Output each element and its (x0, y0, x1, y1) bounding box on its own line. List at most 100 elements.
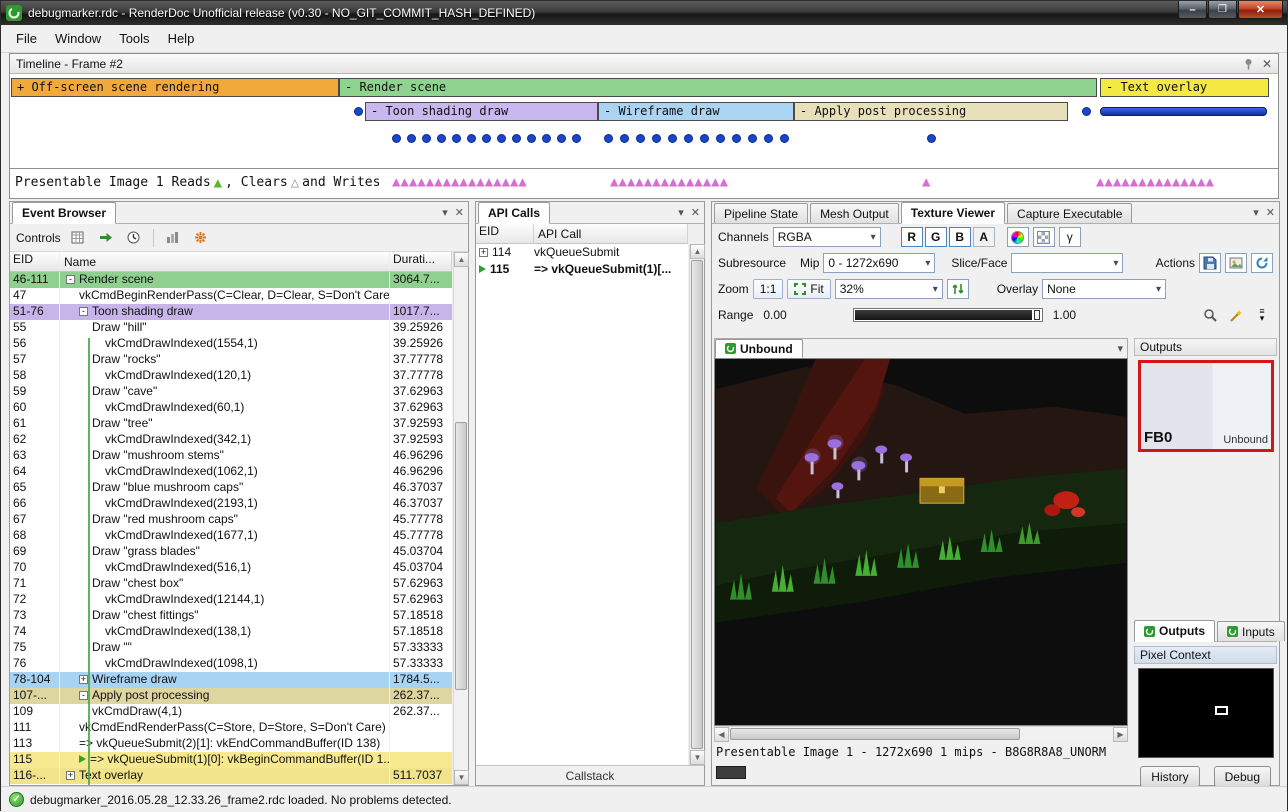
table-row[interactable]: 61Draw "tree"37.92593 (10, 416, 452, 432)
tab-capture-executable[interactable]: Capture Executable (1007, 203, 1132, 223)
timeline-bar-offscreen[interactable]: + Off-screen scene rendering (11, 78, 339, 97)
timeline-marker-dot[interactable] (422, 134, 431, 143)
timeline-marker-dot[interactable] (407, 134, 416, 143)
stats-button[interactable] (162, 227, 184, 249)
table-row[interactable]: 59Draw "cave"37.62963 (10, 384, 452, 400)
table-row[interactable]: 76vkCmdDrawIndexed(1098,1)57.33333 (10, 656, 452, 672)
timeline-marker-dot[interactable] (467, 134, 476, 143)
tree-expander-icon[interactable]: - (79, 307, 88, 316)
timeline-marker-dot[interactable] (512, 134, 521, 143)
tree-expander-icon[interactable]: - (79, 691, 88, 700)
table-row[interactable]: 71Draw "chest box"57.62963 (10, 576, 452, 592)
fit-button[interactable]: Fit (787, 279, 830, 299)
flush-marker-group[interactable]: ▲▲▲▲▲▲▲▲▲▲▲▲▲▲ (610, 173, 728, 191)
timeline-bar-render-scene[interactable]: - Render scene (339, 78, 1097, 97)
side-tab-outputs[interactable]: Outputs (1134, 620, 1215, 642)
timeline-marker-dot[interactable] (636, 134, 645, 143)
tab-pipeline-state[interactable]: Pipeline State (714, 203, 808, 223)
pin-icon[interactable] (1243, 58, 1254, 70)
tab-texture-viewer[interactable]: Texture Viewer (901, 202, 1005, 224)
panel-menu-icon[interactable] (442, 206, 448, 219)
timeline-bar-post-processing[interactable]: - Apply post processing (794, 102, 1068, 121)
range-handle[interactable] (1034, 310, 1040, 320)
gamma-button[interactable]: γ (1059, 227, 1081, 247)
column-header-eid[interactable]: EID (476, 224, 534, 243)
table-row[interactable]: 55Draw "hill"39.25926 (10, 320, 452, 336)
table-row[interactable]: 51-76-Toon shading draw1017.7... (10, 304, 452, 320)
menu-item-file[interactable]: File (7, 27, 46, 50)
texture-tab-unbound[interactable]: Unbound (715, 339, 803, 358)
find-event-button[interactable] (67, 227, 89, 249)
texture-hscrollbar[interactable]: ◀ ▶ (714, 726, 1128, 741)
save-texture-button[interactable] (1199, 253, 1221, 273)
table-row[interactable]: 64vkCmdDrawIndexed(1062,1)46.96296 (10, 464, 452, 480)
menu-item-help[interactable]: Help (159, 27, 204, 50)
timeline-marker-dot[interactable] (700, 134, 709, 143)
texture-tab-list-icon[interactable] (1117, 342, 1123, 355)
table-row[interactable]: 115=> vkQueueSubmit(1)[0]: vkBeginComman… (10, 752, 452, 768)
tab-api-calls[interactable]: API Calls (478, 202, 550, 224)
range-max-value[interactable]: 1.00 (1053, 308, 1076, 322)
zoom-level-dropdown[interactable]: 32% (835, 279, 943, 299)
maximize-button[interactable] (1208, 1, 1237, 19)
table-row[interactable]: 67Draw "red mushroom caps"45.77778 (10, 512, 452, 528)
table-row[interactable]: 58vkCmdDrawIndexed(120,1)37.77778 (10, 368, 452, 384)
texture-image-view[interactable] (714, 358, 1128, 726)
timeline-marker-dot[interactable] (732, 134, 741, 143)
column-header-eid[interactable]: EID (10, 252, 60, 271)
timeline-marker-dot[interactable] (452, 134, 461, 143)
timeline-span-bar[interactable] (1100, 107, 1267, 116)
table-row[interactable]: 60vkCmdDrawIndexed(60,1)37.62963 (10, 400, 452, 416)
timeline-marker-dot[interactable] (780, 134, 789, 143)
timeline-close-icon[interactable] (1262, 57, 1272, 71)
column-header-name[interactable]: Name (60, 252, 390, 271)
timeline-marker-dot[interactable] (604, 134, 613, 143)
tree-expander-icon[interactable]: + (479, 248, 488, 257)
timeline-marker-dot[interactable] (927, 134, 936, 143)
timeline-marker-dot[interactable] (652, 134, 661, 143)
tree-expander-icon[interactable]: - (66, 275, 75, 284)
table-row[interactable]: +114vkQueueSubmit (476, 244, 688, 261)
timeline-bar-text-overlay[interactable]: - Text overlay (1100, 78, 1269, 97)
panel-menu-icon[interactable] (1253, 206, 1259, 219)
channels-dropdown[interactable]: RGBA (773, 227, 881, 247)
mip-dropdown[interactable]: 0 - 1272x690 (823, 253, 935, 273)
timeline-bar-toon-shading[interactable]: - Toon shading draw (365, 102, 598, 121)
sliceface-dropdown[interactable] (1011, 253, 1123, 273)
flush-marker-group[interactable]: ▲ (922, 173, 930, 191)
range-slider[interactable] (853, 308, 1043, 322)
timeline-marker-dot[interactable] (392, 134, 401, 143)
table-row[interactable]: 109vkCmdDraw(4,1)262.37... (10, 704, 452, 720)
table-row[interactable]: 116-...+Text overlay511.7037 (10, 768, 452, 784)
table-row[interactable]: 74vkCmdDrawIndexed(138,1)57.18518 (10, 624, 452, 640)
table-row[interactable]: 65Draw "blue mushroom caps"46.37037 (10, 480, 452, 496)
menu-item-tools[interactable]: Tools (110, 27, 158, 50)
table-row[interactable]: 113=> vkQueueSubmit(2)[1]: vkEndCommandB… (10, 736, 452, 752)
column-header-duration[interactable]: Durati... (390, 252, 452, 271)
overlay-dropdown[interactable]: None (1042, 279, 1166, 299)
refresh-button[interactable] (1251, 253, 1273, 273)
timeline-marker-dot[interactable] (437, 134, 446, 143)
table-row[interactable]: 57Draw "rocks"37.77778 (10, 352, 452, 368)
minimize-button[interactable] (1178, 1, 1207, 19)
tab-mesh-output[interactable]: Mesh Output (810, 203, 899, 223)
panel-close-icon[interactable] (1266, 206, 1275, 219)
timeline-marker-dot[interactable] (620, 134, 629, 143)
table-row[interactable]: 47vkCmdBeginRenderPass(C=Clear, D=Clear,… (10, 288, 452, 304)
zoom-range-button[interactable] (1199, 304, 1221, 326)
framebuffer-thumbnail[interactable]: FB0 Unbound (1138, 360, 1274, 452)
table-row[interactable]: 56vkCmdDrawIndexed(1554,1)39.25926 (10, 336, 452, 352)
channel-r-button[interactable]: R (901, 227, 923, 247)
table-row[interactable]: 68vkCmdDrawIndexed(1677,1)45.77778 (10, 528, 452, 544)
table-row[interactable]: 70vkCmdDrawIndexed(516,1)45.03704 (10, 560, 452, 576)
timeline-bar-wireframe[interactable]: - Wireframe draw (598, 102, 794, 121)
panel-close-icon[interactable] (691, 206, 700, 219)
history-button[interactable]: History (1140, 766, 1199, 787)
timeline-marker-dot[interactable] (764, 134, 773, 143)
table-row[interactable]: 63Draw "mushroom stems"46.96296 (10, 448, 452, 464)
background-checker-button[interactable] (1033, 227, 1055, 247)
channel-a-button[interactable]: A (973, 227, 995, 247)
jump-to-event-button[interactable] (95, 227, 117, 249)
timeline-marker-dot[interactable] (1082, 107, 1091, 116)
table-row[interactable]: 111vkCmdEndRenderPass(C=Store, D=Store, … (10, 720, 452, 736)
